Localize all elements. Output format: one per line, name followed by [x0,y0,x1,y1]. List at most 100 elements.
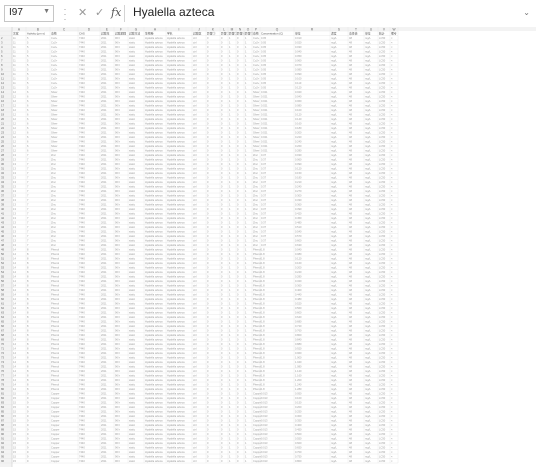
grid-cell[interactable]: × [391,320,393,324]
grid-cell[interactable]: Hyalella azteca [167,383,185,387]
grid-cell[interactable]: 96 h [115,378,121,382]
grid-cell[interactable]: static [129,270,136,274]
grid-cell[interactable]: 0 [237,54,239,58]
grid-cell[interactable]: 2011 [101,216,107,220]
grid-cell[interactable]: 0.013 [261,392,268,396]
grid-cell[interactable]: 0 [237,257,239,261]
grid-cell[interactable]: 0 [207,50,209,54]
grid-cell[interactable]: 48 [349,149,352,153]
grid-cell[interactable]: 2011 [101,401,107,405]
grid-cell[interactable]: 1 [229,72,231,76]
grid-cell[interactable]: 1 [229,302,231,306]
grid-cell[interactable]: 0 [221,257,223,261]
grid-cell[interactable]: 48 [349,365,352,369]
grid-cell[interactable]: 1 [229,356,231,360]
grid-cell[interactable]: 11 [13,77,16,81]
row-header[interactable]: 55 [1,275,5,279]
grid-cell[interactable]: 0 [237,167,239,171]
grid-cell[interactable]: 5 [27,72,29,76]
row-header[interactable]: 42 [1,216,5,220]
grid-cell[interactable]: Hyalella azteca [145,90,163,94]
grid-cell[interactable]: 7440 [79,212,85,216]
row-header[interactable]: 10 [1,72,5,76]
grid-cell[interactable]: 2011 [101,279,107,283]
grid-cell[interactable]: ctrl [193,288,197,292]
grid-cell[interactable]: 7440 [79,225,85,229]
row-header[interactable]: 51 [1,257,5,261]
grid-cell[interactable]: ctrl [193,243,197,247]
grid-cell[interactable]: ctrl [193,126,197,130]
grid-cell[interactable]: 0.500 [295,432,302,436]
grid-cell[interactable]: 0.013 [261,432,268,436]
grid-cell[interactable]: 1.8 [261,365,265,369]
grid-cell[interactable]: Hyalella azteca [167,315,185,319]
grid-cell[interactable]: 15 [13,419,16,423]
grid-cell[interactable]: Hyalella azteca [167,293,185,297]
grid-cell[interactable]: mg/L [365,167,371,171]
grid-cell[interactable]: 48 [349,333,352,337]
grid-cell[interactable]: ctrl [193,338,197,342]
grid-cell[interactable]: LC50 [379,297,386,301]
grid-cell[interactable]: 48 [349,261,352,265]
grid-cell[interactable]: Hyalella azteca [167,239,185,243]
grid-cell[interactable]: 1 [245,140,247,144]
grid-cell[interactable]: 8 [27,311,29,315]
grid-cell[interactable]: Hyalella azteca [145,122,163,126]
grid-cell[interactable]: ctrl [193,441,197,445]
grid-cell[interactable]: 7440 [79,360,85,364]
grid-cell[interactable]: LC50 [379,252,386,256]
grid-cell[interactable]: 11 [13,81,16,85]
grid-cell[interactable]: 1 [229,369,231,373]
grid-cell[interactable]: mg/L [331,131,337,135]
grid-cell[interactable]: 0 [207,185,209,189]
grid-cell[interactable]: 0 [221,72,223,76]
grid-cell[interactable]: 2011 [101,162,107,166]
grid-cell[interactable]: × [391,140,393,144]
grid-cell[interactable]: 1 [245,455,247,459]
grid-cell[interactable]: 0.720 [295,324,302,328]
grid-cell[interactable]: Zinc [253,171,259,175]
grid-cell[interactable]: LC50 [379,315,386,319]
grid-cell[interactable]: 0 [207,225,209,229]
grid-cell[interactable]: 15 [13,423,16,427]
grid-cell[interactable]: 2011 [101,144,107,148]
grid-cell[interactable]: 96 h [115,99,121,103]
grid-cell[interactable]: 0.600 [295,311,302,315]
grid-cell[interactable]: 1 [229,432,231,436]
grid-cell[interactable]: 0 [207,302,209,306]
grid-cell[interactable]: 48 [349,369,352,373]
grid-cell[interactable]: Silver [253,113,260,117]
grid-cell[interactable]: × [391,432,393,436]
grid-cell[interactable]: 0 [237,423,239,427]
grid-cell[interactable]: 0 [221,212,223,216]
grid-cell[interactable]: static [129,77,136,81]
grid-cell[interactable]: × [391,446,393,450]
grid-cell[interactable]: 0 [207,45,209,49]
grid-cell[interactable]: 1.120 [295,369,302,373]
grid-cell[interactable]: Hyalella azteca [167,36,185,40]
grid-cell[interactable]: 48 [349,383,352,387]
grid-cell[interactable]: × [391,185,393,189]
grid-cell[interactable]: 8 [27,275,29,279]
grid-cell[interactable]: Hyalella azteca [167,234,185,238]
grid-cell[interactable]: 48 [349,293,352,297]
grid-cell[interactable]: Hyalella azteca [167,203,185,207]
grid-cell[interactable]: 48 [349,230,352,234]
grid-cell[interactable]: 6 [27,149,29,153]
grid-cell[interactable]: Phenol [51,248,60,252]
grid-cell[interactable]: 0 [207,288,209,292]
grid-cell[interactable]: 8 [27,387,29,391]
grid-cell[interactable]: 0 [221,306,223,310]
grid-cell[interactable]: 48 [349,288,352,292]
grid-cell[interactable]: 48 [349,99,352,103]
grid-cell[interactable]: 9 [27,455,29,459]
grid-cell[interactable]: mg/L [331,122,337,126]
grid-cell[interactable]: Hyalella azteca [167,41,185,45]
grid-cell[interactable]: 0.650 [295,446,302,450]
grid-cell[interactable]: 14 [13,302,16,306]
grid-cell[interactable]: × [391,338,393,342]
grid-cell[interactable]: 1 [229,81,231,85]
grid-cell[interactable]: static [129,396,136,400]
grid-cell[interactable]: static [129,117,136,121]
grid-cell[interactable]: 1 [229,392,231,396]
